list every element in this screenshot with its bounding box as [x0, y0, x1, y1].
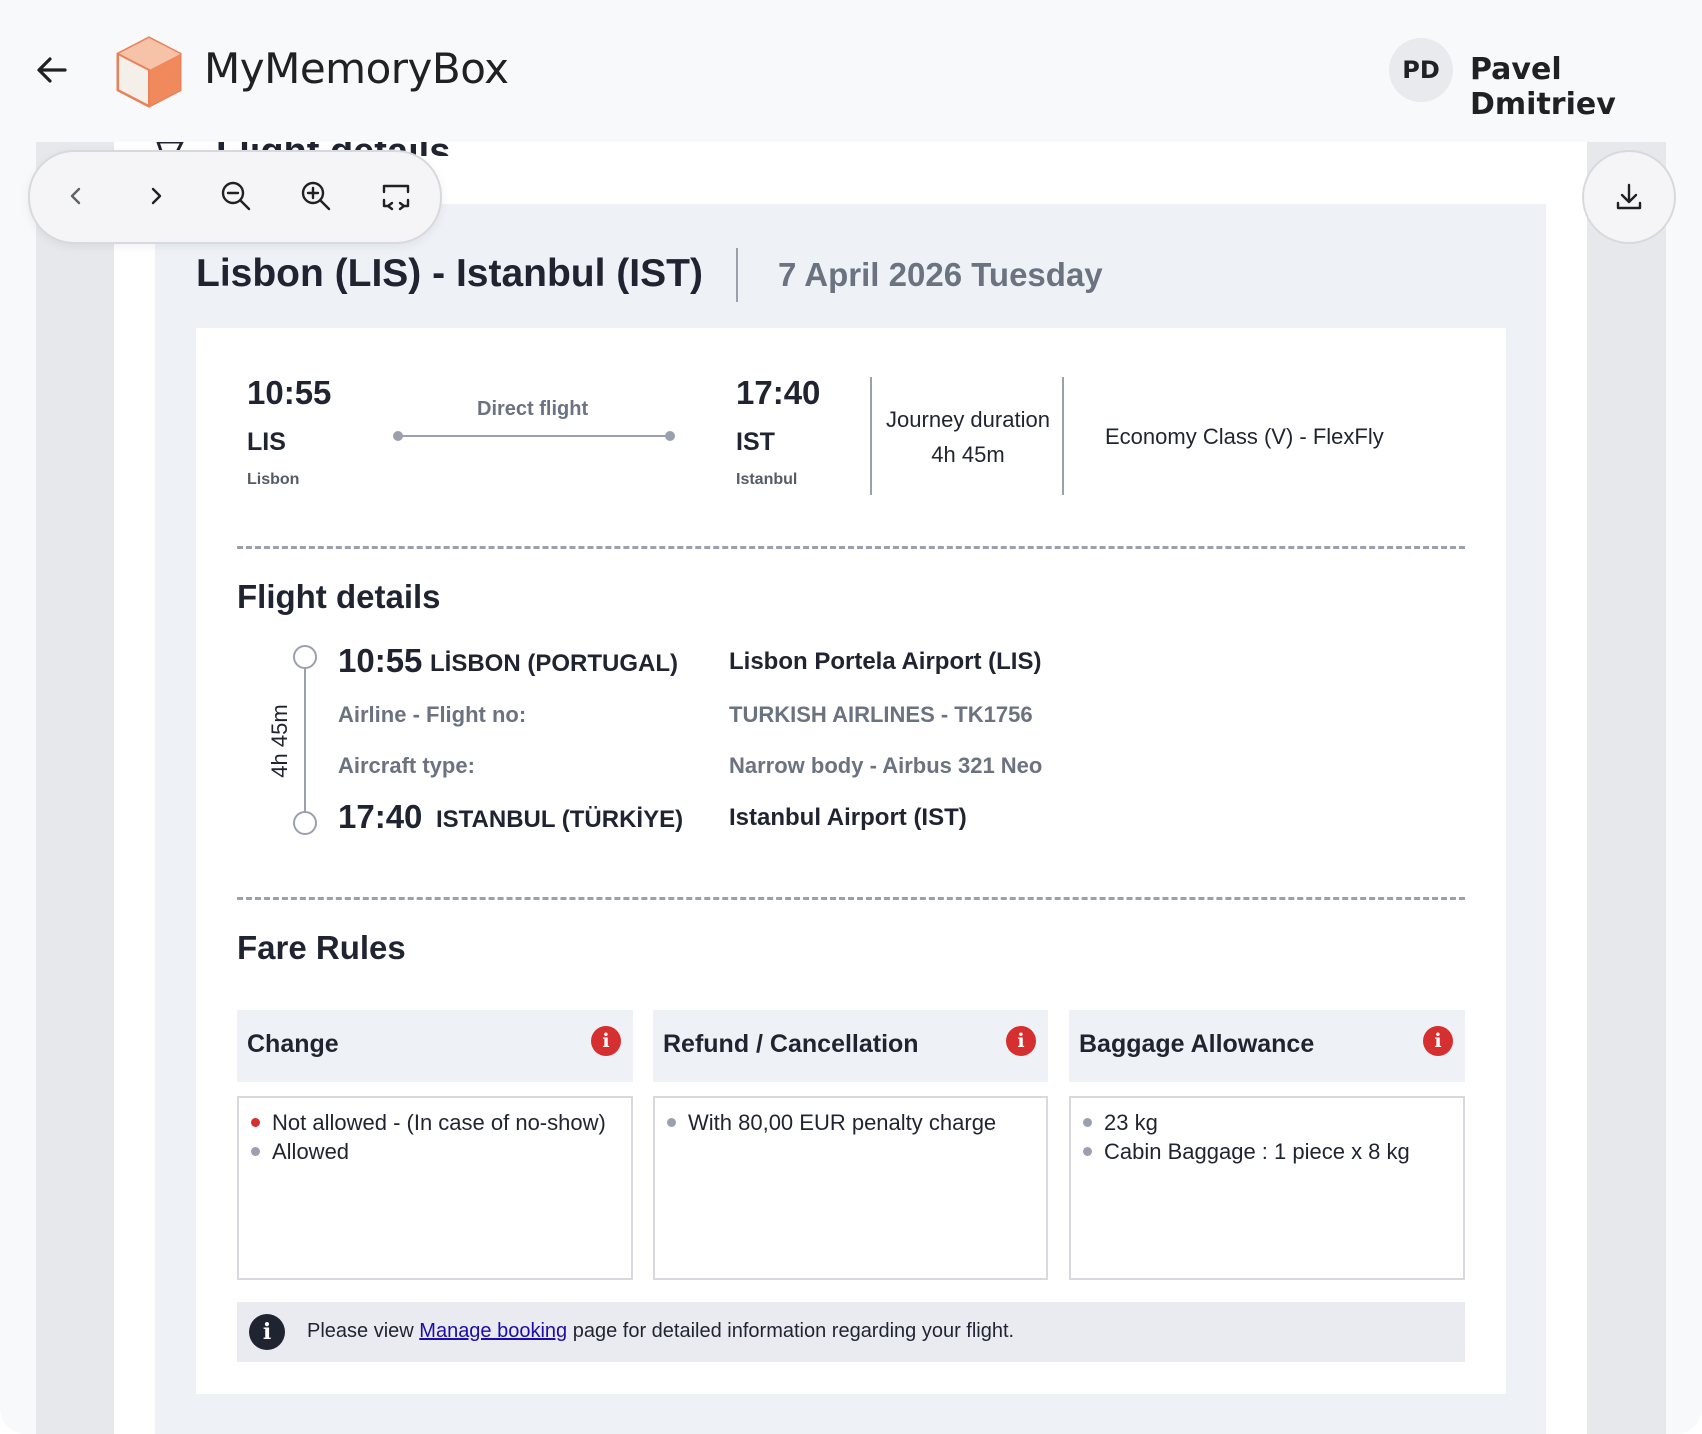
aircraft-value: Narrow body - Airbus 321 Neo: [729, 753, 1043, 778]
baggage-rule-header: Baggage Allowance i: [1069, 1010, 1465, 1082]
fd-arrival-time: 17:40: [338, 798, 423, 835]
red-bullet: [251, 1117, 260, 1127]
gray-bullet: [1083, 1117, 1092, 1127]
route-divider: [736, 248, 738, 302]
arrival-city: Istanbul: [736, 471, 798, 488]
airline-value: TURKISH AIRLINES - TK1756: [729, 702, 1033, 727]
previous-page-button[interactable]: [52, 172, 100, 220]
change-rule-body: Not allowed - (In case of no-show) Allow…: [237, 1096, 633, 1280]
refund-rule-body: With 80,00 EUR penalty charge: [653, 1096, 1048, 1280]
list-item: Cabin Baggage : 1 piece x 8 kg: [1083, 1139, 1410, 1165]
note-suffix: page for detailed information regarding …: [567, 1320, 1015, 1342]
info-icon[interactable]: i: [591, 1026, 621, 1056]
departure-code: LIS: [247, 428, 286, 456]
summary-divider: [870, 377, 872, 495]
zoom-out-button[interactable]: [212, 172, 260, 220]
route-date: 7 April 2026 Tuesday: [778, 256, 1103, 293]
baggage-rule-body: 23 kg Cabin Baggage : 1 piece x 8 kg: [1069, 1096, 1465, 1280]
arrival-time: 17:40: [736, 374, 821, 411]
user-avatar[interactable]: PD: [1389, 38, 1453, 102]
flight-path-end-dot: [665, 431, 675, 441]
timeline-end-circle: [293, 811, 317, 835]
fare-class: Economy Class (V) - FlexFly: [1105, 424, 1384, 449]
fd-departure-city: LİSBON (PORTUGAL): [430, 650, 678, 677]
rule-text: Allowed: [272, 1139, 350, 1164]
refund-rule-title: Refund / Cancellation: [663, 1030, 919, 1058]
info-icon[interactable]: i: [1006, 1026, 1036, 1056]
timeline-line: [304, 668, 306, 818]
change-rule-title: Change: [247, 1030, 339, 1058]
timeline-duration-label: 4h 45m: [267, 704, 292, 778]
list-item: Not allowed - (In case of no-show): [251, 1110, 606, 1136]
fit-width-icon: [382, 184, 410, 211]
fit-width-button[interactable]: [372, 172, 420, 220]
departure-time: 10:55: [247, 374, 332, 411]
app-window: Flight details MyMemoryBox PD Pavel Dmit…: [0, 0, 1702, 1434]
journey-duration-label: Journey duration: [886, 407, 1050, 432]
fd-departure-time: 10:55: [338, 642, 423, 679]
journey-duration-value: 4h 45m: [931, 442, 1005, 467]
change-rule-header: Change i: [237, 1010, 633, 1082]
fd-arrival-city: ISTANBUL (TÜRKİYE): [436, 806, 684, 833]
section-divider: [237, 546, 1465, 549]
zoom-in-button[interactable]: [292, 172, 340, 220]
section-divider: [237, 897, 1465, 900]
summary-divider: [1062, 377, 1064, 495]
gray-bullet: [667, 1117, 676, 1127]
gray-bullet: [251, 1146, 260, 1156]
list-item: With 80,00 EUR penalty charge: [667, 1110, 996, 1136]
flight-path-start-dot: [393, 431, 403, 441]
zoom-in-icon: [301, 181, 331, 211]
journey-duration: Journey duration 4h 45m: [876, 402, 1060, 472]
rule-text: Cabin Baggage : 1 piece x 8 kg: [1104, 1139, 1410, 1164]
chevron-left-icon: [70, 187, 81, 205]
airline-label: Airline - Flight no:: [338, 702, 527, 727]
back-button[interactable]: [28, 46, 76, 94]
fd-departure-airport: Lisbon Portela Airport (LIS): [729, 648, 1042, 675]
manage-booking-link[interactable]: Manage booking: [419, 1320, 567, 1342]
baggage-rule-title: Baggage Allowance: [1079, 1030, 1315, 1058]
user-name[interactable]: Pavel Dmitriev: [1470, 52, 1702, 122]
flight-details-title: Flight details: [237, 578, 441, 615]
download-button[interactable]: [1582, 150, 1676, 244]
rule-text: With 80,00 EUR penalty charge: [688, 1110, 997, 1135]
top-bar: MyMemoryBox PD Pavel Dmitriev: [0, 0, 1702, 142]
timeline-duration: 4h 45m: [258, 696, 302, 786]
arrow-left-icon: [37, 57, 67, 83]
arrival-code: IST: [736, 428, 775, 456]
flight-path-line: [398, 435, 670, 437]
refund-rule-header: Refund / Cancellation i: [653, 1010, 1048, 1082]
route-title: Lisbon (LIS) - Istanbul (IST): [196, 252, 703, 295]
rule-text: 23 kg: [1104, 1110, 1158, 1135]
box-logo-icon: [116, 36, 182, 108]
list-item: 23 kg: [1083, 1110, 1158, 1136]
chevron-right-icon: [151, 187, 162, 205]
gray-bullet: [1083, 1146, 1092, 1156]
app-title: MyMemoryBox: [204, 44, 509, 93]
manage-booking-note: i Please view Manage booking page for de…: [237, 1302, 1465, 1362]
fare-rules-title: Fare Rules: [237, 929, 406, 966]
aircraft-label: Aircraft type:: [338, 753, 475, 778]
download-icon: [1616, 183, 1642, 210]
list-item: Allowed: [251, 1139, 349, 1165]
note-prefix: Please view: [307, 1320, 420, 1342]
info-icon: i: [249, 1314, 285, 1350]
note-text: Please view Manage booking page for deta…: [307, 1320, 1014, 1343]
timeline-start-circle: [293, 645, 317, 669]
departure-city: Lisbon: [247, 471, 300, 488]
info-icon[interactable]: i: [1423, 1026, 1453, 1056]
direct-flight-label: Direct flight: [477, 398, 589, 420]
viewer-toolbar: [28, 150, 442, 244]
next-page-button[interactable]: [132, 172, 180, 220]
rule-text: Not allowed - (In case of no-show): [272, 1110, 606, 1135]
fd-arrival-airport: Istanbul Airport (IST): [729, 804, 967, 831]
zoom-out-icon: [221, 181, 251, 211]
